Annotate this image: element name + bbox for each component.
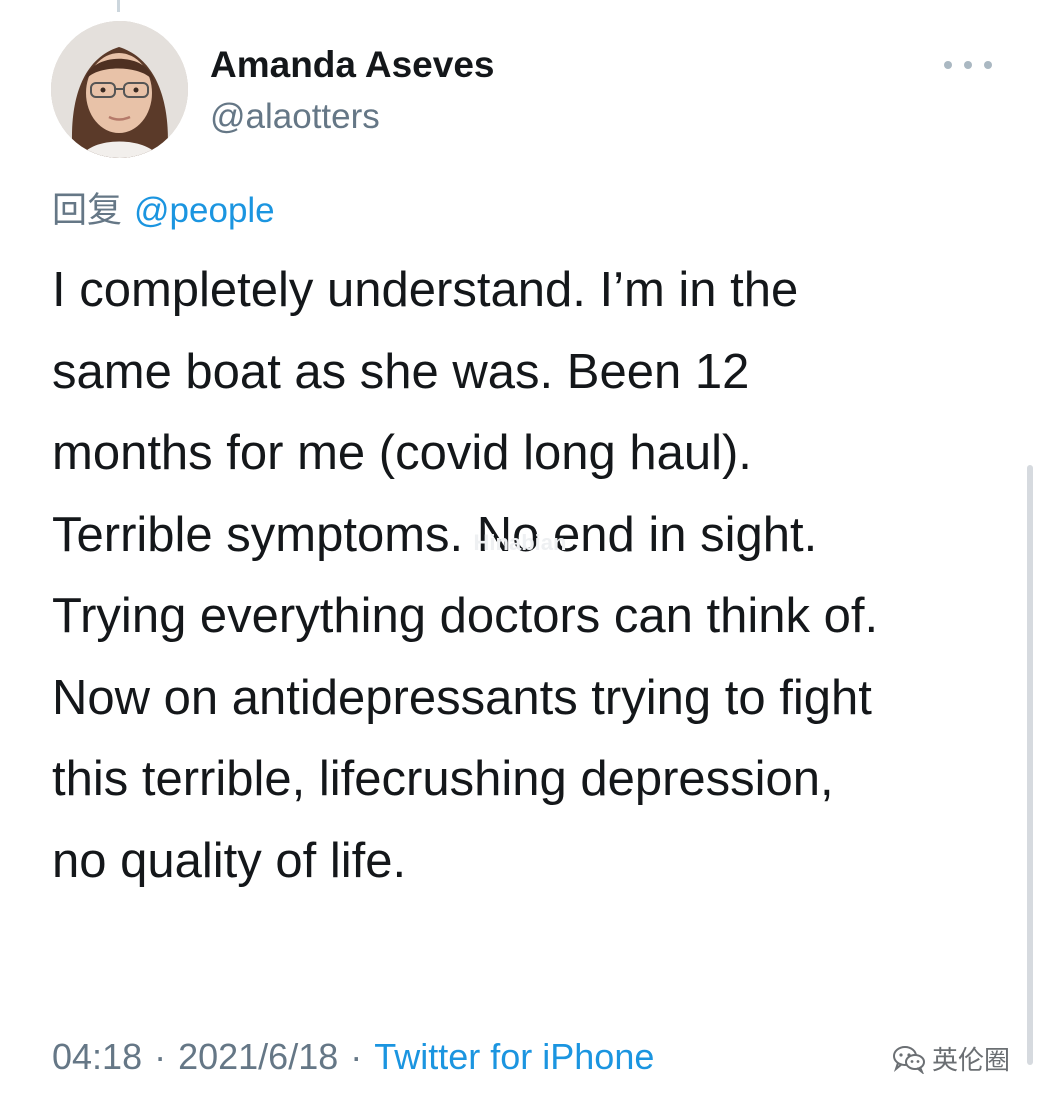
tweet-text: I completely understand. I’m in the same… <box>52 250 1012 902</box>
wechat-icon <box>893 1045 925 1074</box>
avatar[interactable] <box>51 21 188 158</box>
author-display-name[interactable]: Amanda Aseves <box>210 44 495 86</box>
more-horizontal-icon <box>964 61 972 69</box>
reply-context: 回复 @people <box>52 182 275 233</box>
tweet-source-link[interactable]: Twitter for iPhone <box>374 1036 654 1077</box>
reply-mention-link[interactable]: @people <box>134 191 275 230</box>
tweet-text-line: this terrible, lifecrushing depression, <box>52 752 834 806</box>
tweet-text-line: Now on antidepressants trying to fight <box>52 670 872 725</box>
tweet-text-line: months for me (covid long haul). <box>52 426 752 480</box>
tweet-meta: 04:18 · 2021/6/18 · Twitter for iPhone <box>52 1036 654 1078</box>
thread-connector-line <box>117 0 120 12</box>
meta-separator: · <box>154 1036 167 1077</box>
tweet-text-line: same boat as she was. Been 12 <box>52 344 750 399</box>
user-avatar-photo <box>51 21 188 158</box>
center-watermark: Hinabian <box>440 530 600 556</box>
tweet-text-line: Trying everything doctors can think of. <box>52 589 879 643</box>
center-watermark-text: Hinabian <box>473 530 567 555</box>
tweet-text-line: no quality of life. <box>52 833 407 888</box>
tweet-text-line: I completely understand. I’m in the <box>52 263 799 317</box>
meta-separator: · <box>350 1036 363 1077</box>
more-options-button[interactable] <box>944 50 992 80</box>
more-horizontal-icon <box>984 61 992 69</box>
tweet-date: 2021/6/18 <box>178 1036 339 1077</box>
author-handle[interactable]: @alaotters <box>210 97 380 137</box>
scrollbar[interactable] <box>1027 465 1033 1065</box>
reply-prefix-label: 回复 <box>52 191 123 231</box>
more-horizontal-icon <box>944 61 952 69</box>
tweet-time: 04:18 <box>52 1036 143 1077</box>
corner-watermark: 英伦圈 <box>892 1040 1010 1077</box>
corner-watermark-text: 英伦圈 <box>932 1046 1011 1076</box>
